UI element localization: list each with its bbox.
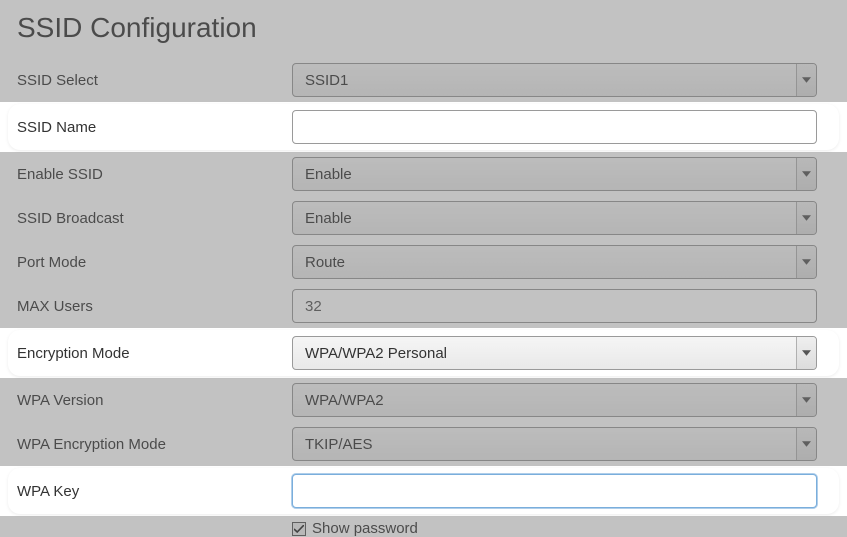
label-wpa-enc-mode: WPA Encryption Mode — [0, 436, 292, 453]
enable-ssid-value: Enable — [305, 166, 352, 183]
row-ssid-select: SSID Select SSID1 — [0, 58, 847, 102]
port-mode-value: Route — [305, 254, 345, 271]
row-encryption-mode: Encryption Mode WPA/WPA2 Personal — [8, 330, 839, 376]
row-ssid-broadcast: SSID Broadcast Enable — [0, 196, 847, 240]
row-wpa-enc-mode: WPA Encryption Mode TKIP/AES — [0, 422, 847, 466]
ssid-broadcast-value: Enable — [305, 210, 352, 227]
enable-ssid-dropdown[interactable]: Enable — [292, 157, 817, 191]
label-enable-ssid: Enable SSID — [0, 166, 292, 183]
wpa-key-input[interactable] — [292, 474, 817, 508]
show-password-checkbox[interactable] — [292, 522, 306, 536]
show-password-label: Show password — [312, 520, 418, 537]
row-ssid-name: SSID Name — [8, 104, 839, 150]
row-show-password: Show password — [0, 516, 847, 537]
dimmed-block-middle: Enable SSID Enable SSID Broadcast Enable… — [0, 152, 847, 328]
port-mode-dropdown[interactable]: Route — [292, 245, 817, 279]
dimmed-block-top: SSID Configuration SSID Select SSID1 — [0, 0, 847, 102]
ssid-select-dropdown[interactable]: SSID1 — [292, 63, 817, 97]
dimmed-block-bottom: Show password — [0, 516, 847, 537]
label-encryption-mode: Encryption Mode — [8, 345, 292, 362]
row-enable-ssid: Enable SSID Enable — [0, 152, 847, 196]
ssid-broadcast-dropdown[interactable]: Enable — [292, 201, 817, 235]
row-max-users: MAX Users — [0, 284, 847, 328]
label-ssid-select: SSID Select — [0, 72, 292, 89]
row-wpa-version: WPA Version WPA/WPA2 — [0, 378, 847, 422]
label-wpa-version: WPA Version — [0, 392, 292, 409]
page-title: SSID Configuration — [0, 0, 847, 58]
ssid-select-value: SSID1 — [305, 72, 348, 89]
wpa-version-value: WPA/WPA2 — [305, 392, 384, 409]
max-users-input[interactable] — [292, 289, 817, 323]
dimmed-block-lower: WPA Version WPA/WPA2 WPA Encryption Mode… — [0, 378, 847, 466]
label-ssid-name: SSID Name — [8, 119, 292, 136]
wpa-version-dropdown[interactable]: WPA/WPA2 — [292, 383, 817, 417]
wpa-enc-mode-value: TKIP/AES — [305, 436, 373, 453]
ssid-name-input[interactable] — [292, 110, 817, 144]
label-port-mode: Port Mode — [0, 254, 292, 271]
wpa-enc-mode-dropdown[interactable]: TKIP/AES — [292, 427, 817, 461]
label-wpa-key: WPA Key — [8, 483, 292, 500]
label-ssid-broadcast: SSID Broadcast — [0, 210, 292, 227]
row-wpa-key: WPA Key — [8, 468, 839, 514]
encryption-mode-dropdown[interactable]: WPA/WPA2 Personal — [292, 336, 817, 370]
row-port-mode: Port Mode Route — [0, 240, 847, 284]
encryption-mode-value: WPA/WPA2 Personal — [305, 345, 447, 362]
label-max-users: MAX Users — [0, 298, 292, 315]
ssid-config-page: SSID Configuration SSID Select SSID1 SSI… — [0, 0, 847, 501]
